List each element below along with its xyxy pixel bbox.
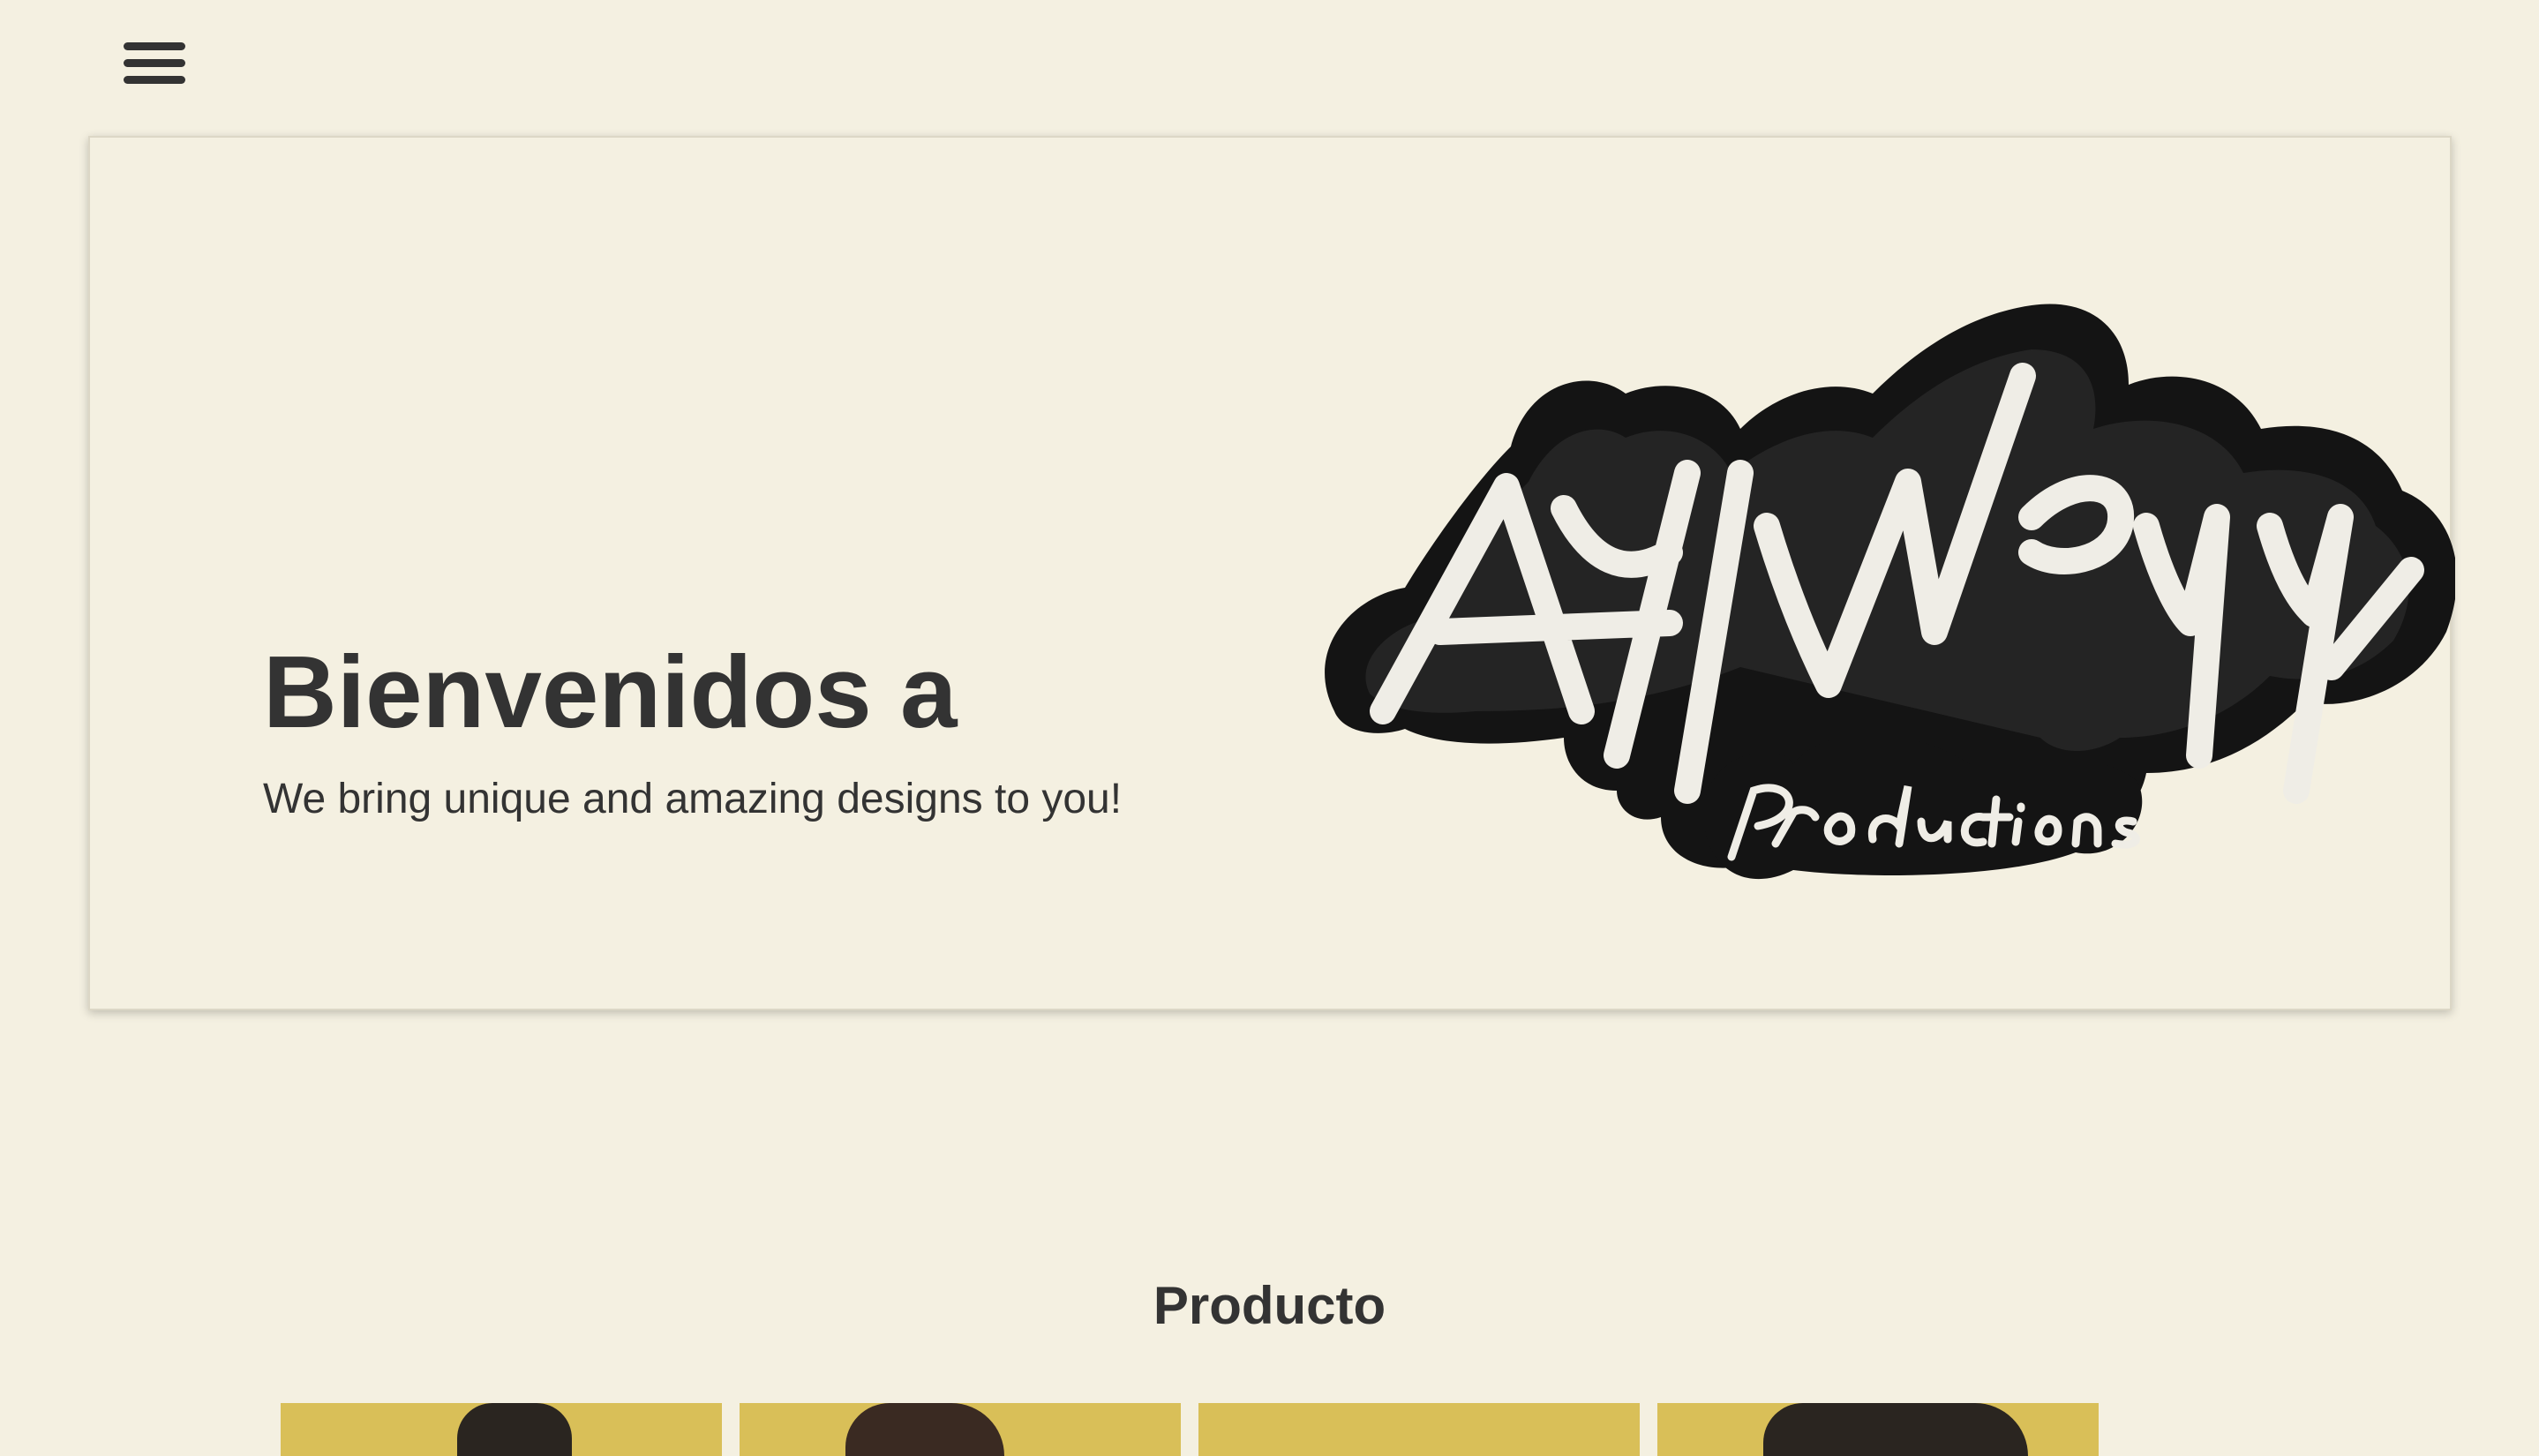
product-image <box>1763 1403 2028 1456</box>
hamburger-menu-icon <box>124 42 185 50</box>
hamburger-menu-icon <box>124 59 185 67</box>
hero-banner: Bienvenidos a We bring unique and amazin… <box>88 136 2455 1010</box>
product-card[interactable] <box>740 1403 1181 1456</box>
hamburger-menu-icon <box>124 76 185 84</box>
products-section-title: Producto <box>1153 1276 1386 1335</box>
product-image <box>457 1403 572 1456</box>
brand-logo <box>1325 304 2455 880</box>
product-image <box>845 1403 1004 1456</box>
product-card[interactable] <box>1657 1403 2099 1456</box>
hero-title: Bienvenidos a <box>263 634 958 749</box>
product-card[interactable] <box>1198 1403 1640 1456</box>
menu-button[interactable] <box>115 35 194 92</box>
hero-subtitle: We bring unique and amazing designs to y… <box>263 776 1123 822</box>
product-card[interactable] <box>281 1403 722 1456</box>
